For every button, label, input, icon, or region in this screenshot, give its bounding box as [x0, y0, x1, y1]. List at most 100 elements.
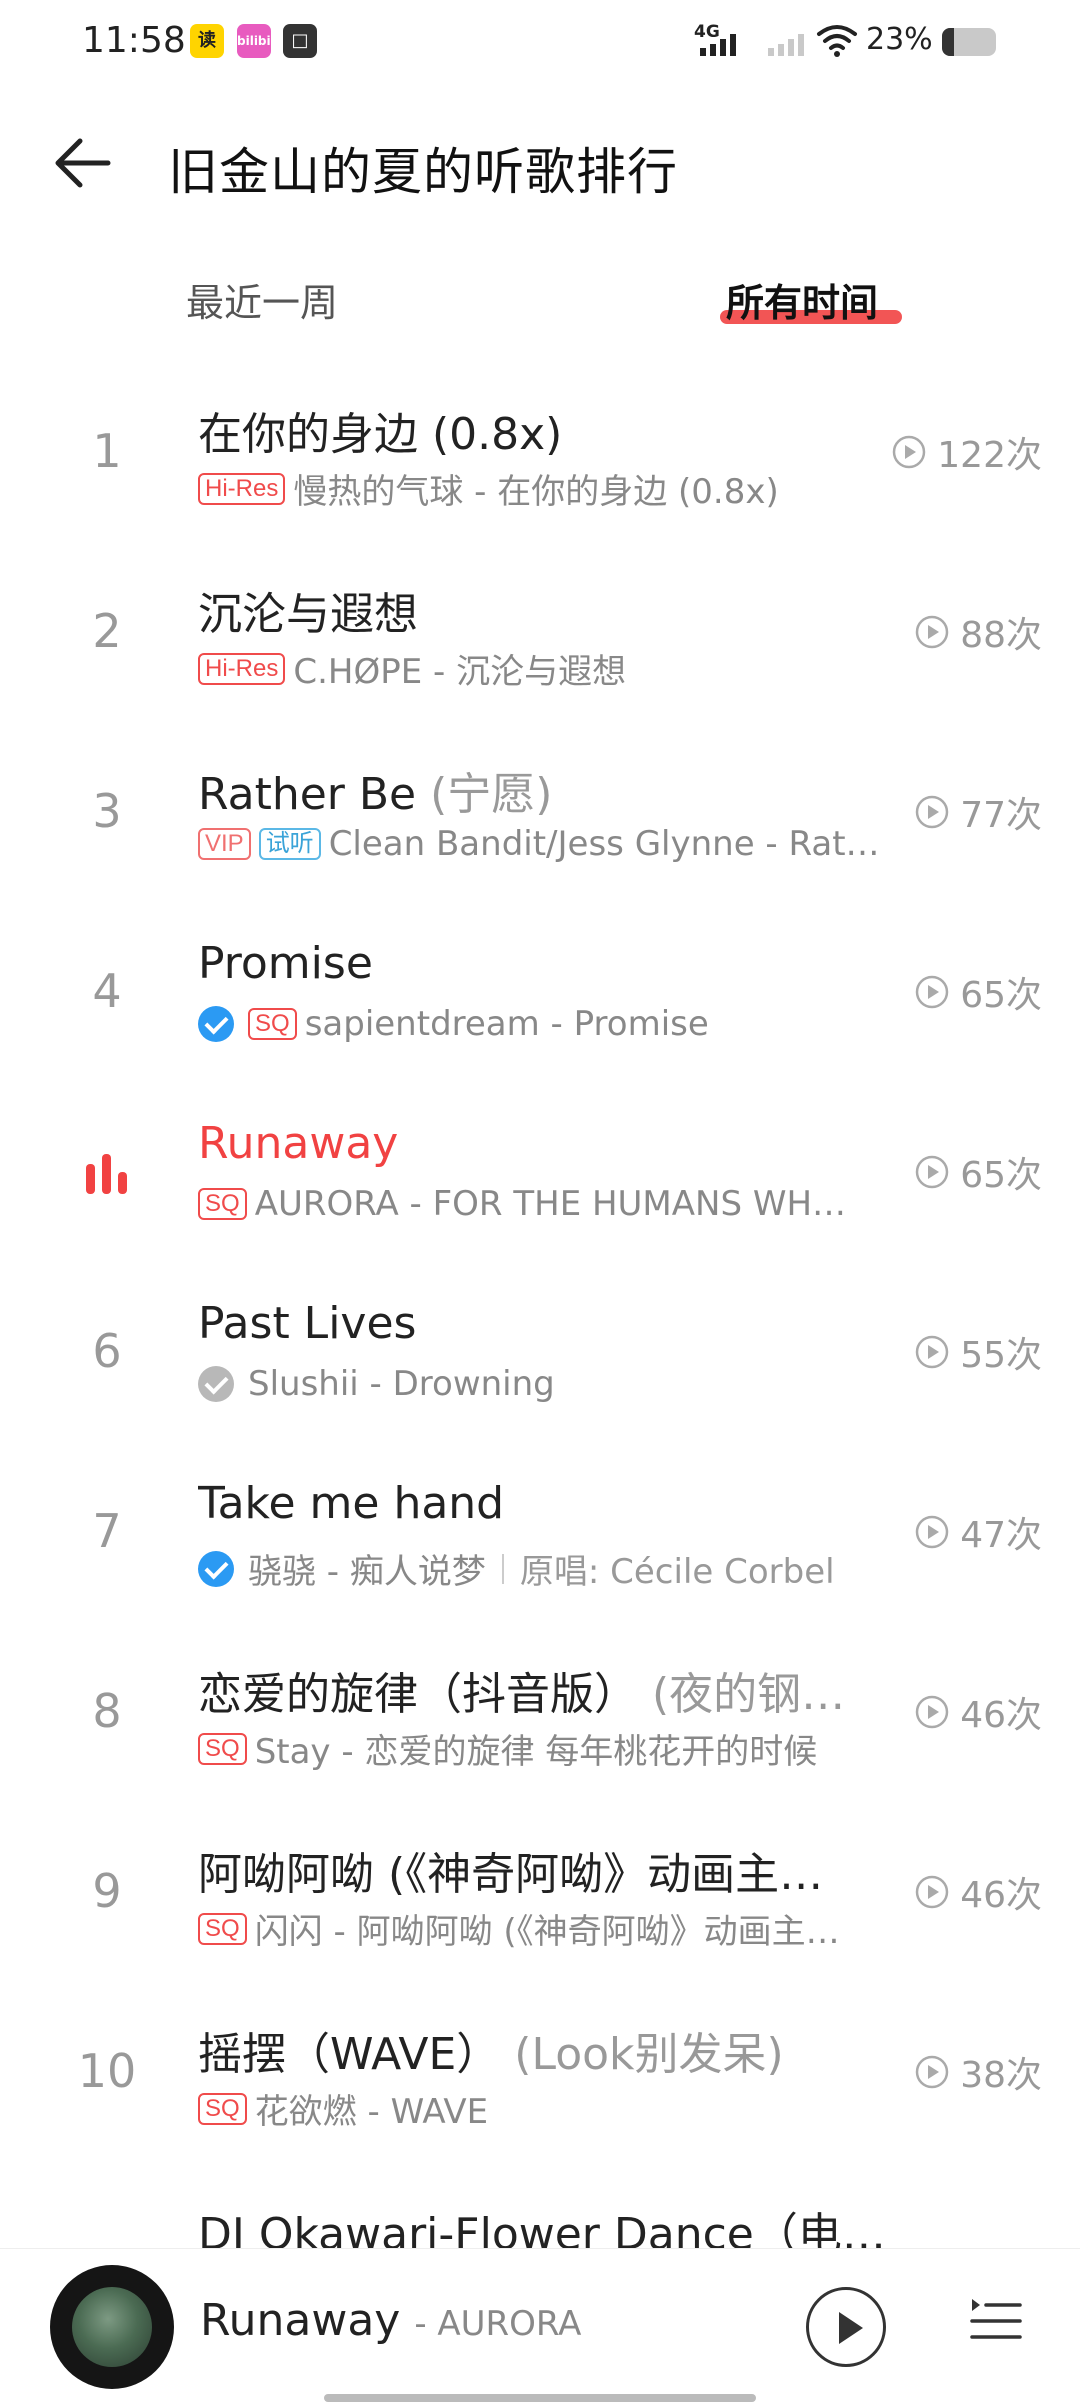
tab-recent-week[interactable]: 最近一周 [186, 272, 338, 327]
song-row[interactable]: 1 在你的身边 (0.8x) Hi-Res 慢热的气球 - 在你的身边 (0.8x) 1… [0, 360, 1080, 540]
song-subtitle: Slushii - Drowning [198, 1364, 894, 1404]
play-count-text: 88次 [960, 615, 1042, 656]
song-artist-album: AURORA - FOR THE HUMANS WH… [254, 1184, 847, 1224]
quality-badge: 试听 [258, 828, 321, 860]
play-count-text: 65次 [960, 1155, 1042, 1196]
song-rank: 2 [92, 604, 122, 658]
quality-badge: Hi-Res [198, 472, 286, 505]
song-artist-album: 慢热的气球 - 在你的身边 (0.8x) [293, 472, 779, 512]
song-title: Promise [198, 938, 898, 989]
song-artist-album: 骁骁 - 痴人说梦 [248, 1552, 486, 1592]
quality-badge: SQ [248, 1008, 297, 1040]
song-row[interactable]: 7 Take me hand 骁骁 - 痴人说梦 原唱: Cécile Corbel 4… [0, 1440, 1080, 1620]
song-title: 摇摆（WAVE） (Look别发呆) [198, 2018, 898, 2082]
song-title-text: 阿呦阿呦 (《神奇阿呦》动画主… [198, 1849, 824, 1900]
play-count-icon [915, 1155, 949, 1189]
song-title: Take me hand [198, 1478, 898, 1529]
play-count-icon [915, 2055, 949, 2089]
tab-all-time[interactable]: 所有时间 [726, 272, 878, 327]
play-count-text: 46次 [960, 1875, 1042, 1916]
status-bar: 11:58 读 bilibili □ 4G 23% [0, 0, 1080, 90]
play-count-text: 47次 [960, 1515, 1042, 1556]
quality-badge: SQ [198, 1912, 247, 1945]
song-alias: (夜的钢… [652, 1669, 846, 1720]
quality-badge: Hi-Res [198, 652, 286, 685]
song-title-text: Past Lives [198, 1298, 417, 1349]
play-count-text: 122次 [937, 435, 1042, 476]
song-row[interactable]: 8 恋爱的旋律（抖音版） (夜的钢… SQ Stay - 恋爱的旋律 每年桃花开的时候… [0, 1620, 1080, 1800]
song-title: Past Lives [198, 1298, 898, 1349]
message-app-icon: □ [283, 24, 317, 58]
song-row[interactable]: Runaway SQ AURORA - FOR THE HUMANS WH… 65次 [0, 1080, 1080, 1260]
play-count-icon [915, 615, 949, 649]
play-count: 38次 [914, 2046, 1042, 2098]
play-count-icon [915, 1515, 949, 1549]
song-row[interactable]: 2 沉沦与遐想 Hi-Res C.HØPE - 沉沦与遐想 88次 [0, 540, 1080, 720]
play-count: 47次 [914, 1506, 1042, 1558]
now-playing-bar [118, 1172, 127, 1194]
song-row[interactable]: 9 阿呦阿呦 (《神奇阿呦》动画主… SQ 闪闪 - 阿呦阿呦 (《神奇阿呦》动画主…… [0, 1800, 1080, 1980]
song-subtitle: Hi-Res 慢热的气球 - 在你的身边 (0.8x) [198, 464, 894, 513]
play-count-text: 55次 [960, 1335, 1042, 1376]
album-disc[interactable] [50, 2265, 174, 2389]
song-title-text: 摇摆（WAVE） [198, 2029, 501, 2080]
album-cover [72, 2287, 152, 2367]
now-playing-bar [86, 1164, 95, 1194]
song-title-text: Rather Be [198, 769, 417, 820]
song-row[interactable]: 6 Past Lives Slushii - Drowning 55次 [0, 1260, 1080, 1440]
play-count: 122次 [891, 426, 1042, 478]
player-track[interactable]: Runaway - AURORA [200, 2295, 581, 2346]
now-playing-bar [102, 1154, 111, 1194]
play-count-icon [893, 435, 926, 469]
song-artist-album: sapientdream - Promise [304, 1004, 709, 1044]
song-rank: 1 [92, 424, 122, 478]
play-count-text: 38次 [960, 2055, 1042, 2096]
song-title-text: 恋爱的旋律（抖音版） [198, 1669, 638, 1720]
song-title: 在你的身边 (0.8x) [198, 398, 898, 462]
song-rank: 3 [92, 784, 122, 838]
song-artist-album: Slushii - Drowning [248, 1364, 555, 1404]
play-count-text: 46次 [960, 1695, 1042, 1736]
song-alias: (宁愿) [430, 769, 553, 820]
player-title: Runaway [200, 2295, 401, 2346]
status-time: 11:58 [82, 20, 186, 61]
page-title: 旧金山的夏的听歌排行 [168, 143, 678, 201]
play-count-text: 65次 [960, 975, 1042, 1016]
play-icon[interactable] [806, 2287, 886, 2367]
read-app-icon: 读 [190, 24, 224, 58]
player-artist: - AURORA [414, 2304, 582, 2344]
song-rank: 8 [92, 1684, 122, 1738]
song-subtitle: SQ Stay - 恋爱的旋律 每年桃花开的时候 [198, 1724, 894, 1773]
divider [501, 1553, 504, 1584]
song-title-text: Promise [198, 938, 373, 989]
play-count-icon [915, 1695, 949, 1729]
mini-player[interactable]: Runaway - AURORA [0, 2248, 1080, 2408]
song-row[interactable]: 4 Promise SQ sapientdream - Promise 65次 [0, 900, 1080, 1080]
check-icon [198, 1006, 234, 1042]
song-artist-album: Stay - 恋爱的旋律 每年桃花开的时候 [254, 1732, 818, 1772]
home-indicator[interactable] [324, 2394, 756, 2402]
quality-badge: VIP [198, 828, 251, 860]
song-row[interactable]: 3 Rather Be (宁愿) VIP 试听 Clean Bandit/Jess Gl… [0, 720, 1080, 900]
original-singer: 原唱: Cécile Corbel [519, 1552, 835, 1592]
song-artist-album: 闪闪 - 阿呦阿呦 (《神奇阿呦》动画主… [254, 1912, 840, 1952]
song-title: Runaway [198, 1118, 898, 1169]
back-arrow-icon[interactable] [50, 128, 120, 198]
play-count-icon [915, 1335, 949, 1369]
play-count: 77次 [914, 786, 1042, 838]
song-title: 阿呦阿呦 (《神奇阿呦》动画主… [198, 1838, 898, 1902]
play-count: 88次 [914, 606, 1042, 658]
song-title: Rather Be (宁愿) [198, 758, 898, 822]
song-subtitle: SQ AURORA - FOR THE HUMANS WH… [198, 1184, 894, 1224]
play-count: 46次 [914, 1866, 1042, 1918]
song-title: 恋爱的旋律（抖音版） (夜的钢… [198, 1658, 898, 1722]
signal-secondary-icon [768, 32, 804, 56]
song-title: 沉沦与遐想 [198, 578, 898, 642]
song-artist-album: 花欲燃 - WAVE [254, 2092, 489, 2132]
play-count-icon [915, 1875, 949, 1909]
song-row[interactable]: 10 摇摆（WAVE） (Look别发呆) SQ 花欲燃 - WAVE 38次 [0, 1980, 1080, 2160]
song-artist-album: C.HØPE - 沉沦与遐想 [293, 652, 627, 692]
song-subtitle: VIP 试听 Clean Bandit/Jess Glynne - Rat… [198, 824, 894, 864]
playlist-icon[interactable] [966, 2289, 1026, 2349]
play-count: 65次 [914, 1146, 1042, 1198]
